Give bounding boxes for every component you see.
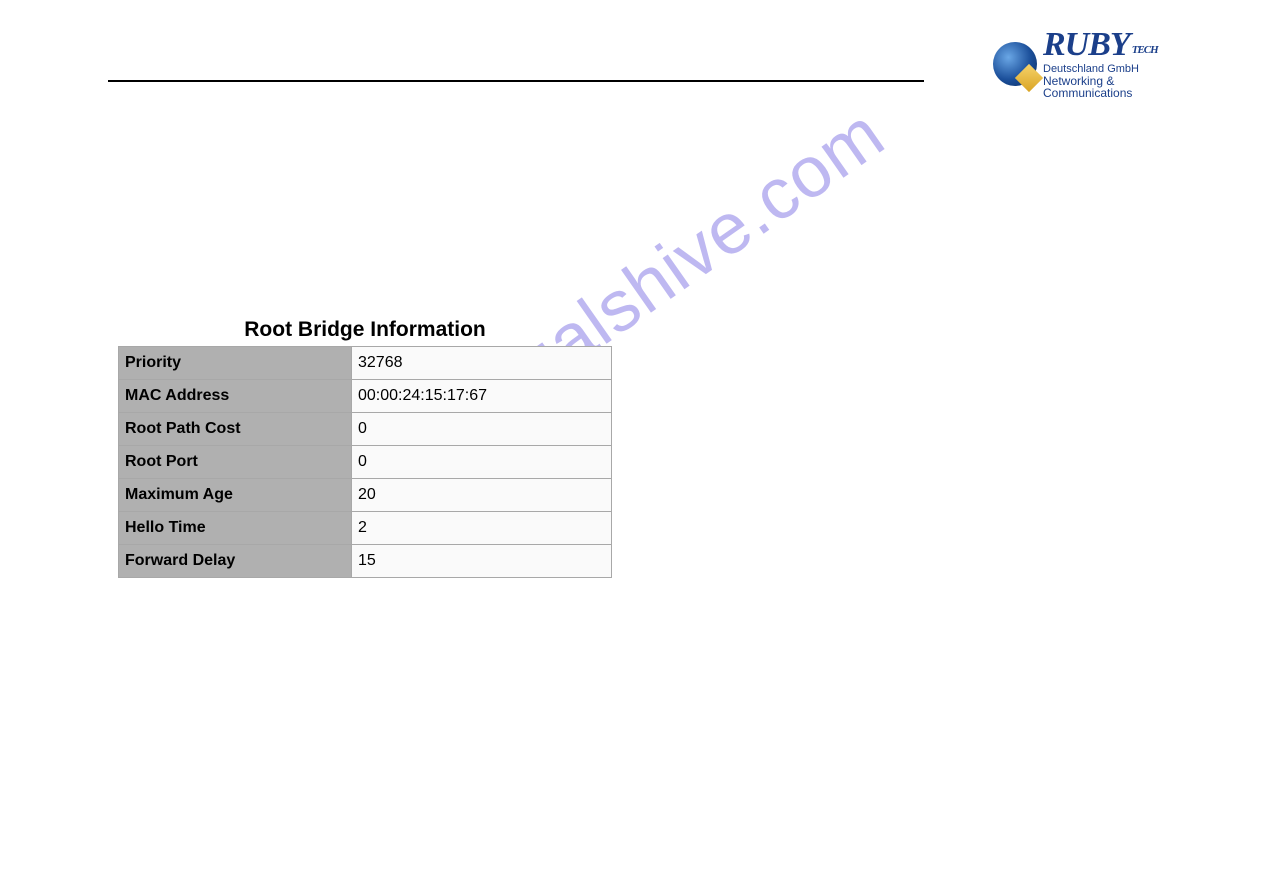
logo-brand-text: RUBY <box>1043 28 1130 62</box>
row-value: 32768 <box>352 347 612 380</box>
row-value: 00:00:24:15:17:67 <box>352 380 612 413</box>
row-label: Priority <box>119 347 352 380</box>
logo-brand: RUBY TECH <box>1043 28 1173 62</box>
row-label: Root Path Cost <box>119 413 352 446</box>
logo-suffix: TECH <box>1132 45 1158 56</box>
row-label: Forward Delay <box>119 545 352 578</box>
row-value: 15 <box>352 545 612 578</box>
table-row: Forward Delay 15 <box>119 545 612 578</box>
root-bridge-table: Priority 32768 MAC Address 00:00:24:15:1… <box>118 346 612 578</box>
brand-logo: RUBY TECH Deutschland GmbH Networking & … <box>993 28 1173 99</box>
table-row: Hello Time 2 <box>119 512 612 545</box>
globe-icon <box>993 42 1037 86</box>
row-label: Maximum Age <box>119 479 352 512</box>
row-value: 0 <box>352 413 612 446</box>
table-row: MAC Address 00:00:24:15:17:67 <box>119 380 612 413</box>
header-divider <box>108 80 924 82</box>
table-title: Root Bridge Information <box>118 318 612 342</box>
row-label: Root Port <box>119 446 352 479</box>
row-value: 20 <box>352 479 612 512</box>
logo-subline-2: Networking & Communications <box>1043 75 1173 99</box>
table-row: Maximum Age 20 <box>119 479 612 512</box>
table-row: Priority 32768 <box>119 347 612 380</box>
row-label: Hello Time <box>119 512 352 545</box>
row-value: 2 <box>352 512 612 545</box>
row-value: 0 <box>352 446 612 479</box>
table-row: Root Port 0 <box>119 446 612 479</box>
root-bridge-info-section: Root Bridge Information Priority 32768 M… <box>118 318 612 578</box>
row-label: MAC Address <box>119 380 352 413</box>
table-row: Root Path Cost 0 <box>119 413 612 446</box>
